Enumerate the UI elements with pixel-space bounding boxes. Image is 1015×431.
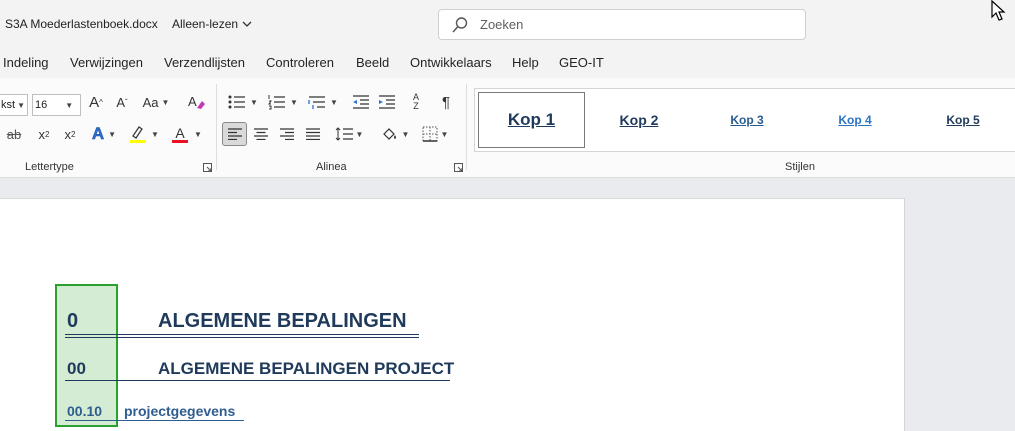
style-kop-1[interactable]: Kop 1 — [478, 92, 585, 148]
chevron-down-icon: ▼ — [161, 97, 170, 107]
clear-formatting-icon[interactable]: A — [186, 92, 206, 112]
shading-button[interactable]: ▼ — [378, 124, 412, 144]
dialog-launcher-icon[interactable] — [203, 163, 212, 172]
chevron-down-icon: ▼ — [290, 97, 298, 107]
group-label-styles: Stijlen — [785, 161, 815, 173]
tab-ontwikkelaars[interactable]: Ontwikkelaars — [410, 55, 492, 70]
increase-indent-icon[interactable] — [378, 93, 396, 111]
heading-1-underline — [65, 334, 419, 335]
font-size-dropdown[interactable]: 16 ▼ — [32, 94, 81, 116]
align-left-icon — [227, 128, 242, 140]
ribbon-tabs: Indeling Verwijzingen Verzendlijsten Con… — [0, 50, 1015, 78]
borders-button[interactable]: ▼ — [418, 124, 452, 144]
shrink-font-button[interactable]: Aˇ — [112, 92, 132, 112]
heading-3-underline — [65, 420, 244, 421]
sort-button[interactable]: AZ — [405, 91, 427, 113]
style-kop-5[interactable]: Kop 5 — [911, 92, 1015, 148]
tab-controleren[interactable]: Controleren — [266, 55, 334, 70]
chevron-down-icon: ▼ — [194, 129, 202, 139]
align-right-icon[interactable] — [280, 128, 294, 140]
font-color-button[interactable]: A ▼ — [170, 123, 204, 145]
chevron-down-icon: ▼ — [440, 129, 449, 139]
heading-1-text[interactable]: ALGEMENE BEPALINGEN — [158, 310, 407, 333]
align-left-button[interactable] — [222, 122, 247, 146]
font-name-dropdown[interactable]: kst ▼ — [0, 94, 28, 116]
tab-verzendlijsten[interactable]: Verzendlijsten — [164, 55, 245, 70]
tab-verwijzingen[interactable]: Verwijzingen — [70, 55, 143, 70]
font-size-value: 16 — [35, 99, 48, 111]
chevron-down-icon: ▼ — [401, 129, 410, 139]
multilevel-list-icon — [308, 96, 326, 109]
search-box[interactable]: Zoeken — [438, 9, 806, 40]
group-divider — [216, 84, 217, 170]
chevron-down-icon: ▼ — [250, 97, 258, 107]
heading-3-number[interactable]: 00.10 — [67, 403, 102, 419]
chevron-down-icon: ▼ — [65, 100, 74, 110]
styles-gallery: Kop 1 Kop 2 Kop 3 Kop 4 Kop 5 — [474, 88, 1015, 152]
svg-text:A: A — [188, 94, 197, 109]
font-color-swatch — [172, 139, 189, 143]
mouse-cursor-icon — [991, 0, 1006, 21]
highlighter-icon — [130, 126, 147, 143]
readonly-label: Alleen-lezen — [172, 17, 239, 31]
search-icon — [452, 16, 468, 33]
ribbon: kst ▼ 16 ▼ A ^ Aˇ Aa ▼ A ab x2 x2 A ▼ ▼ A … — [0, 78, 1015, 178]
chevron-down-icon: ▼ — [355, 129, 364, 139]
group-label-paragraph: Alinea — [316, 161, 347, 173]
style-kop-4[interactable]: Kop 4 — [803, 92, 907, 148]
text-effects-icon: A — [91, 124, 105, 144]
superscript-button[interactable]: x2 — [61, 124, 79, 144]
numbered-list-icon — [268, 95, 286, 110]
tab-indeling[interactable]: Indeling — [3, 55, 49, 70]
justify-icon[interactable] — [306, 128, 320, 140]
dialog-launcher-icon[interactable] — [454, 163, 463, 172]
chevron-down-icon: ▼ — [108, 129, 117, 139]
style-kop-2[interactable]: Kop 2 — [587, 92, 691, 148]
strikethrough-button[interactable]: ab — [3, 124, 25, 144]
heading-1-underline-double — [65, 337, 419, 338]
bullet-list-icon — [228, 95, 246, 109]
highlight-color-button[interactable]: ▼ — [128, 123, 160, 145]
paint-bucket-icon — [382, 128, 396, 140]
heading-2-number[interactable]: 00 — [67, 359, 86, 379]
line-spacing-button[interactable]: ▼ — [332, 124, 366, 144]
title-bar: S3A Moederlastenboek.docx Alleen-lezen Z… — [0, 0, 1015, 50]
chevron-down-icon: ▼ — [17, 100, 25, 110]
search-input[interactable]: Zoeken — [480, 17, 523, 32]
chevron-down-icon: ▼ — [330, 97, 338, 107]
document-title: S3A Moederlastenboek.docx — [5, 17, 158, 31]
pilcrow-icon: ¶ — [441, 93, 451, 111]
numbering-button[interactable]: ▼ — [266, 92, 300, 112]
style-kop-3[interactable]: Kop 3 — [695, 92, 799, 148]
group-label-font: Lettertype — [25, 161, 74, 173]
subscript-button[interactable]: x2 — [35, 124, 53, 144]
heading-1-number[interactable]: 0 — [67, 310, 78, 333]
document-page[interactable]: 0 ALGEMENE BEPALINGEN 00 ALGEMENE BEPALI… — [0, 198, 905, 431]
align-center-icon[interactable] — [254, 128, 268, 140]
sort-icon-bottom: Z — [413, 101, 419, 111]
text-effects-button[interactable]: A ▼ — [88, 123, 120, 145]
decrease-indent-icon[interactable] — [352, 93, 370, 111]
font-name-value: kst — [1, 99, 16, 111]
show-formatting-button[interactable]: ¶ — [436, 91, 456, 113]
heading-2-underline — [65, 380, 450, 381]
font-color-icon: A — [172, 126, 189, 143]
chevron-down-icon — [242, 21, 252, 27]
heading-3-text[interactable]: projectgegevens — [124, 403, 235, 419]
multilevel-list-button[interactable]: ▼ — [306, 92, 340, 112]
tab-geo-it[interactable]: GEO-IT — [559, 55, 604, 70]
group-divider — [466, 84, 467, 170]
borders-icon — [422, 126, 438, 142]
chevron-down-icon: ▼ — [151, 129, 159, 139]
readonly-dropdown[interactable]: Alleen-lezen — [172, 17, 252, 31]
bullets-button[interactable]: ▼ — [226, 92, 260, 112]
tab-help[interactable]: Help — [512, 55, 539, 70]
grow-font-button[interactable]: A ^ — [86, 92, 106, 112]
line-spacing-icon — [335, 127, 353, 141]
heading-2-text[interactable]: ALGEMENE BEPALINGEN PROJECT — [158, 359, 454, 379]
tab-beeld[interactable]: Beeld — [356, 55, 389, 70]
change-case-button[interactable]: Aa ▼ — [141, 92, 171, 112]
